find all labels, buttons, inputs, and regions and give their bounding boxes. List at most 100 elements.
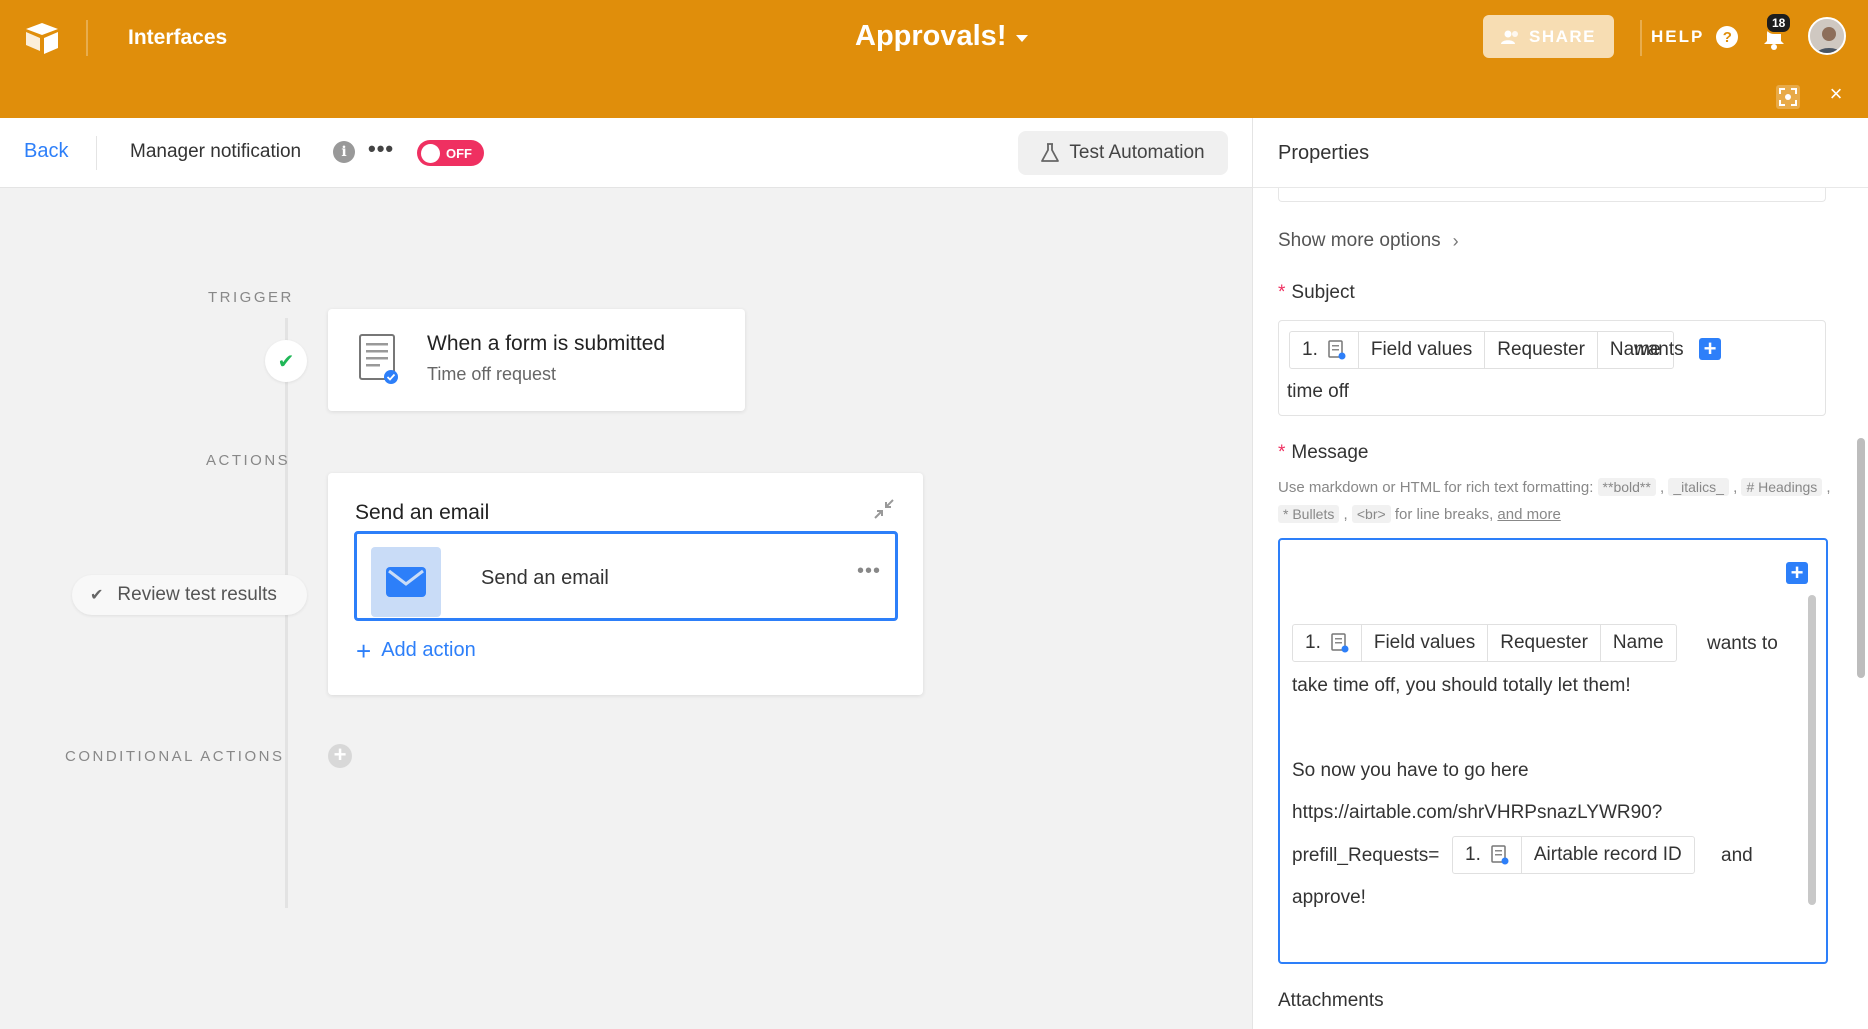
- message-label-text: Message: [1291, 442, 1369, 463]
- token-number-text: 1.: [1302, 339, 1318, 360]
- hint-code: # Headings: [1741, 478, 1823, 496]
- flask-icon: [1041, 143, 1060, 162]
- form-icon: [1331, 633, 1349, 653]
- token-part: Requester: [1488, 625, 1601, 661]
- token-part: Field values: [1359, 332, 1486, 368]
- trigger-card[interactable]: When a form is submitted Time off reques…: [328, 309, 745, 411]
- field-token[interactable]: 1. Airtable record ID: [1452, 836, 1695, 874]
- message-text: take time off, you should totally let th…: [1292, 675, 1631, 696]
- subject-text: time off: [1287, 381, 1349, 402]
- previous-field-box: [1278, 188, 1826, 202]
- hint-code: **bold**: [1597, 478, 1656, 496]
- help-icon: ?: [1716, 26, 1739, 48]
- form-icon: [358, 333, 398, 385]
- automation-canvas: TRIGGER ✔ When a form is submitted Time …: [0, 188, 1252, 1029]
- panel-scrollbar[interactable]: [1857, 438, 1865, 678]
- airtable-logo-icon[interactable]: [22, 18, 62, 58]
- add-action-label: Add action: [381, 639, 476, 661]
- hint-text: Use markdown or HTML for rich text forma…: [1278, 479, 1594, 496]
- users-icon: [1500, 30, 1518, 44]
- avatar[interactable]: [1808, 17, 1846, 55]
- token-number-text: 1.: [1465, 844, 1481, 865]
- share-label: SHARE: [1528, 26, 1596, 46]
- subject-input[interactable]: 1. Field values Requester Name wants + t…: [1278, 320, 1826, 416]
- message-text: wants to: [1707, 633, 1778, 654]
- more-options-icon[interactable]: •••: [857, 560, 881, 583]
- message-text: approve!: [1292, 887, 1366, 908]
- subject-text: wants: [1634, 339, 1684, 360]
- hint-code: * Bullets: [1278, 505, 1340, 523]
- message-input[interactable]: + 1. Field values Requester Name wants t…: [1278, 538, 1828, 964]
- subject-label-text: Subject: [1291, 282, 1355, 303]
- field-token[interactable]: 1. Field values Requester Name: [1292, 624, 1677, 662]
- help-button[interactable]: HELP ?: [1651, 26, 1739, 48]
- automation-toggle[interactable]: OFF: [417, 140, 484, 166]
- hint-code: <br>: [1351, 505, 1391, 523]
- insert-field-icon[interactable]: +: [1786, 562, 1808, 584]
- fullscreen-icon[interactable]: [1775, 84, 1801, 110]
- and-more-link[interactable]: and more: [1497, 506, 1560, 523]
- share-button[interactable]: SHARE: [1483, 15, 1614, 58]
- test-automation-label: Test Automation: [1069, 142, 1205, 163]
- properties-panel: Properties Show more options › * Subject …: [1252, 118, 1868, 1029]
- divider: [96, 136, 97, 170]
- notification-badge: 18: [1765, 12, 1793, 34]
- message-scrollbar[interactable]: [1808, 595, 1816, 905]
- insert-field-icon[interactable]: +: [1699, 338, 1721, 360]
- info-icon[interactable]: i: [333, 141, 355, 163]
- token-number: 1.: [1293, 625, 1362, 661]
- add-conditional-icon[interactable]: +: [328, 744, 352, 768]
- check-icon: ✔: [90, 587, 104, 604]
- action-card: Send an email Send an email ••• + Add ac…: [328, 473, 923, 695]
- token-number-text: 1.: [1305, 632, 1321, 653]
- add-action-button[interactable]: + Add action: [356, 635, 476, 666]
- subject-label: * Subject: [1278, 282, 1355, 304]
- interfaces-tab[interactable]: Interfaces: [128, 26, 227, 50]
- show-more-options-button[interactable]: Show more options ›: [1278, 230, 1459, 252]
- close-icon[interactable]: ×: [1826, 83, 1846, 105]
- token-part: Airtable record ID: [1533, 844, 1682, 865]
- divider: [86, 20, 88, 56]
- message-text: https://airtable.com/shrVHRPsnazLYWR90?: [1292, 802, 1663, 823]
- message-text: and: [1721, 845, 1753, 866]
- check-icon: ✔: [265, 340, 307, 382]
- test-automation-button[interactable]: Test Automation: [1018, 131, 1228, 175]
- message-text: prefill_Requests=: [1292, 845, 1440, 866]
- automation-name[interactable]: Manager notification: [130, 141, 301, 163]
- chevron-down-icon: [1016, 35, 1029, 42]
- more-options-icon[interactable]: •••: [368, 136, 394, 162]
- action-card-title: Send an email: [355, 501, 490, 524]
- form-icon: [1328, 340, 1346, 360]
- conditional-actions-label: CONDITIONAL ACTIONS: [65, 748, 285, 765]
- show-more-label: Show more options: [1278, 230, 1441, 251]
- message-text: So now you have to go here: [1292, 760, 1529, 781]
- field-token[interactable]: 1. Field values Requester Name: [1289, 331, 1674, 369]
- markdown-hint: Use markdown or HTML for rich text forma…: [1278, 478, 1831, 523]
- back-link[interactable]: Back: [24, 140, 68, 163]
- trigger-title: When a form is submitted: [427, 332, 666, 355]
- form-icon: [1491, 845, 1509, 865]
- divider: [1640, 20, 1642, 56]
- base-name-dropdown[interactable]: Approvals!: [855, 20, 1029, 53]
- chevron-right-icon: ›: [1452, 230, 1459, 251]
- help-label: HELP: [1651, 27, 1705, 46]
- token-part: Name: [1612, 632, 1664, 653]
- envelope-icon: [371, 547, 441, 617]
- step-label: Send an email: [481, 567, 609, 589]
- trigger-subtitle: Time off request: [427, 364, 557, 384]
- panel-header: Properties: [1253, 118, 1868, 188]
- review-label: Review test results: [117, 584, 277, 605]
- attachments-label: Attachments: [1278, 990, 1384, 1011]
- base-name: Approvals!: [855, 20, 1007, 52]
- collapse-icon[interactable]: [873, 498, 895, 520]
- toggle-knob: [421, 143, 440, 163]
- required-marker: *: [1278, 282, 1286, 303]
- automation-header: Back Manager notification i ••• OFF Test…: [0, 118, 1252, 188]
- hint-code: _italics_: [1668, 478, 1729, 496]
- top-bar: Interfaces Approvals! SHARE HELP ? 18 ×: [0, 0, 1868, 118]
- toggle-label: OFF: [446, 145, 472, 161]
- plus-icon: +: [356, 635, 372, 666]
- review-test-results-button[interactable]: ✔ Review test results: [72, 575, 307, 615]
- trigger-label: TRIGGER: [208, 289, 294, 306]
- send-email-step[interactable]: Send an email •••: [354, 531, 898, 621]
